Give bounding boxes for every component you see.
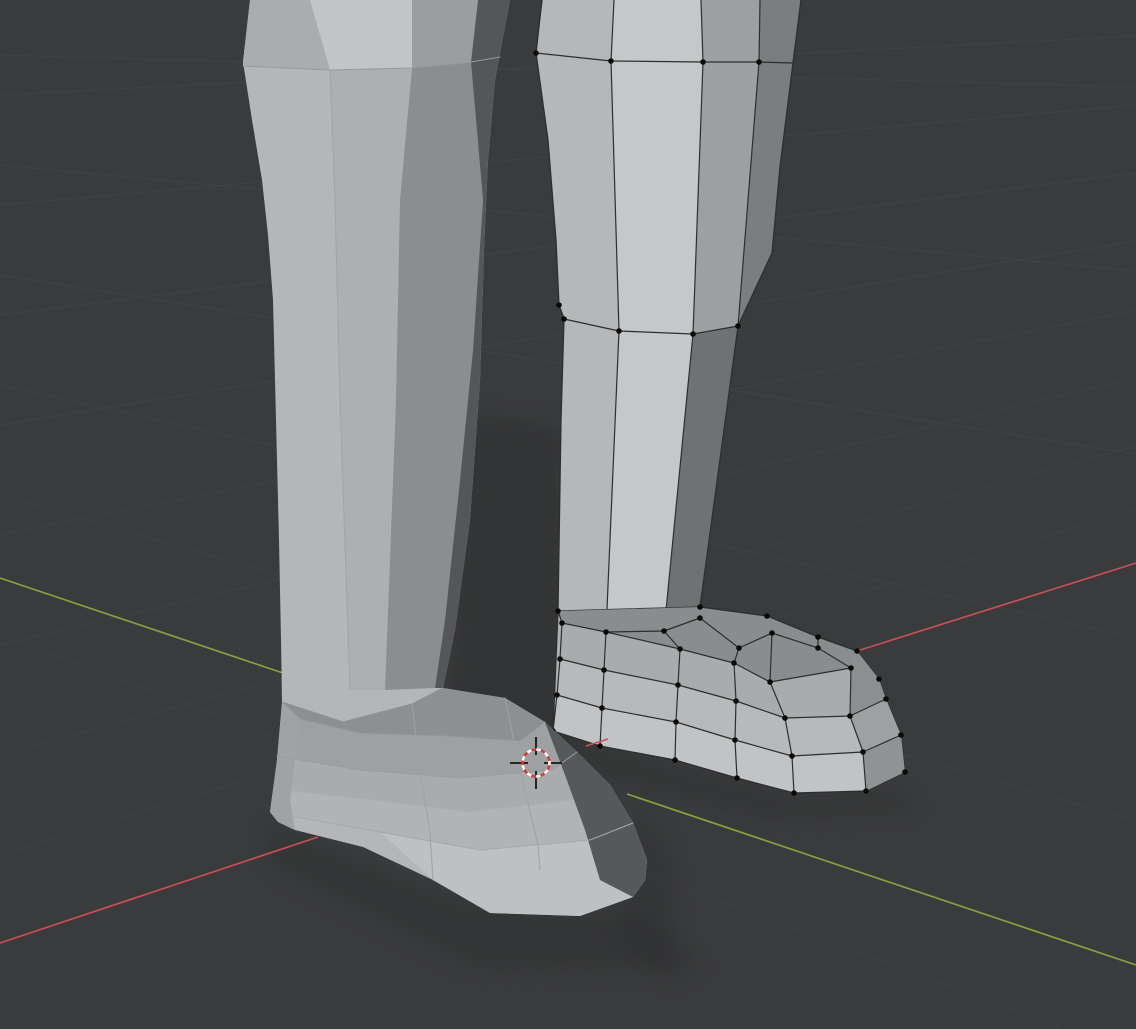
mesh-vertex[interactable] [736,645,742,651]
mesh-vertex[interactable] [860,749,866,755]
mesh-vertex[interactable] [533,50,539,56]
mesh-vertex[interactable] [603,629,609,635]
mesh-vertex[interactable] [608,58,614,64]
mesh-vertex[interactable] [767,679,773,685]
mesh-vertex[interactable] [732,737,738,743]
mesh-vertex[interactable] [863,788,869,794]
mesh-vertex[interactable] [848,665,854,671]
mesh-vertex[interactable] [599,705,605,711]
mesh-vertex[interactable] [791,790,797,796]
mesh-vertex[interactable] [597,743,603,749]
mesh-vertex[interactable] [673,719,679,725]
mesh-vertex[interactable] [700,59,706,65]
mesh-vertex[interactable] [815,645,821,651]
mesh-vertex[interactable] [769,630,775,636]
mesh-vertex[interactable] [782,715,788,721]
mesh-vertex[interactable] [561,316,567,322]
mesh-vertex[interactable] [756,59,762,65]
mesh-vertex[interactable] [731,660,737,666]
mesh-vertex[interactable] [902,769,908,775]
left-leg-face-knee-right[interactable] [412,0,478,68]
mesh-vertex[interactable] [764,613,770,619]
mesh-vertex[interactable] [675,682,681,688]
mesh-vertex[interactable] [735,323,741,329]
mesh-vertex[interactable] [661,628,667,634]
mesh-vertex[interactable] [556,302,562,308]
mesh-vertex[interactable] [677,646,683,652]
mesh-vertex[interactable] [672,757,678,763]
viewport-canvas[interactable] [0,0,1136,1029]
mesh-vertex[interactable] [690,331,696,337]
mesh-vertex[interactable] [601,667,607,673]
mesh-vertex[interactable] [697,604,703,610]
mesh-vertex[interactable] [557,656,563,662]
mesh-vertex[interactable] [554,692,560,698]
mesh-vertex[interactable] [555,608,561,614]
mesh-vertex[interactable] [898,732,904,738]
mesh-vertex[interactable] [883,696,889,702]
blender-3d-viewport[interactable] [0,0,1136,1029]
mesh-vertex[interactable] [697,615,703,621]
mesh-vertex[interactable] [815,634,821,640]
mesh-vertex[interactable] [616,328,622,334]
mesh-vertex[interactable] [876,676,882,682]
mesh-vertex[interactable] [733,698,739,704]
mesh-vertex[interactable] [734,775,740,781]
mesh-vertex[interactable] [847,713,853,719]
mesh-vertex[interactable] [559,620,565,626]
mesh-vertex[interactable] [854,648,860,654]
mesh-vertex[interactable] [789,753,795,759]
